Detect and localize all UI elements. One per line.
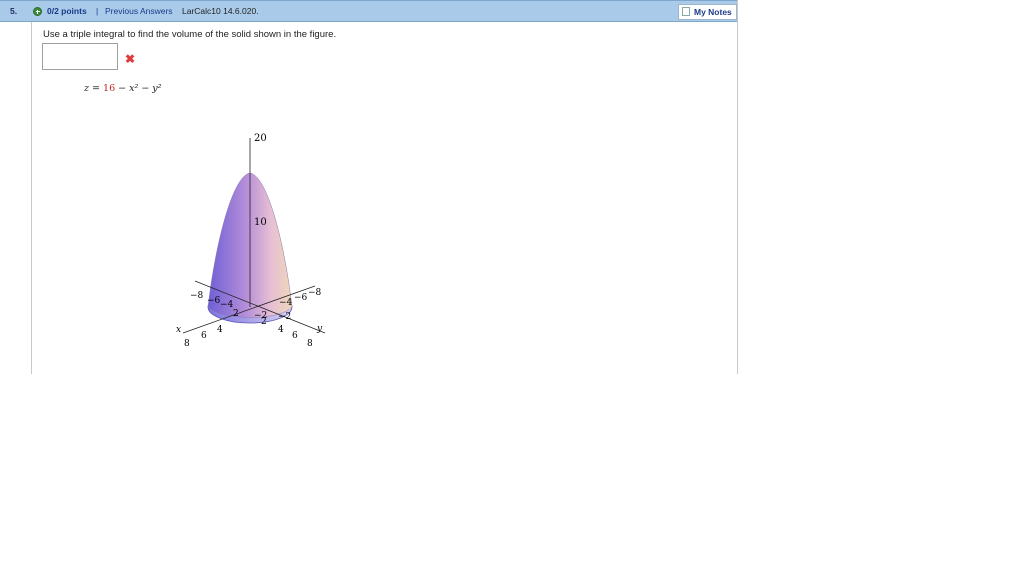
y-tick-neg4: −4	[220, 300, 234, 310]
y-tick-neg8: −8	[190, 291, 204, 301]
x-tick-6: 6	[201, 331, 207, 341]
expand-plus-icon[interactable]	[33, 7, 42, 16]
header-separator: |	[96, 6, 99, 16]
x-tick-neg4: −4	[279, 298, 293, 308]
y-tick-6: 6	[292, 331, 298, 341]
equation-constant: 16	[103, 83, 116, 94]
question-prompt: Use a triple integral to find the volume…	[43, 29, 337, 40]
problem-source: LarCalc10 14.6.020.	[182, 6, 259, 16]
base-tick-c: 2	[261, 317, 267, 327]
x-tick-neg8: −8	[308, 288, 322, 298]
question-header: 5. 0/2 points | Previous Answers LarCalc…	[0, 0, 737, 22]
my-notes-button[interactable]: My Notes	[678, 4, 737, 20]
my-notes-label: My Notes	[694, 7, 732, 17]
y-tick-neg6: −6	[207, 296, 221, 306]
previous-answers-link[interactable]: Previous Answers	[105, 6, 173, 16]
x-tick-4: 4	[217, 325, 223, 335]
y-axis-label: y	[316, 324, 323, 334]
equation-rest: − x² − y²	[118, 83, 162, 94]
x-axis-label: x	[176, 325, 181, 335]
base-tick-a: 2	[233, 309, 239, 319]
left-divider	[31, 22, 32, 374]
x-tick-8: 8	[184, 339, 190, 349]
question-number: 5.	[10, 6, 18, 16]
points-label: 0/2 points	[47, 6, 87, 16]
paraboloid-figure: 20 10 x y 8 6 4 4 6 8 −8 −6 −4 −4 −6 −8 …	[176, 133, 326, 349]
note-icon	[682, 7, 690, 16]
question-panel: 5. 0/2 points | Previous Answers LarCalc…	[0, 0, 738, 374]
x-mark-icon: ✖	[125, 52, 136, 66]
z-tick-20: 20	[254, 133, 267, 144]
equation-lhs: z =	[84, 83, 100, 94]
y-tick-4: 4	[278, 325, 284, 335]
x-tick-neg6: −6	[294, 293, 308, 303]
y-tick-8: 8	[307, 339, 313, 349]
answer-input[interactable]	[42, 43, 118, 70]
surface-equation: z = 16 − x² − y²	[84, 83, 161, 94]
base-tick-d: −2	[278, 312, 291, 322]
z-tick-10: 10	[254, 217, 267, 228]
